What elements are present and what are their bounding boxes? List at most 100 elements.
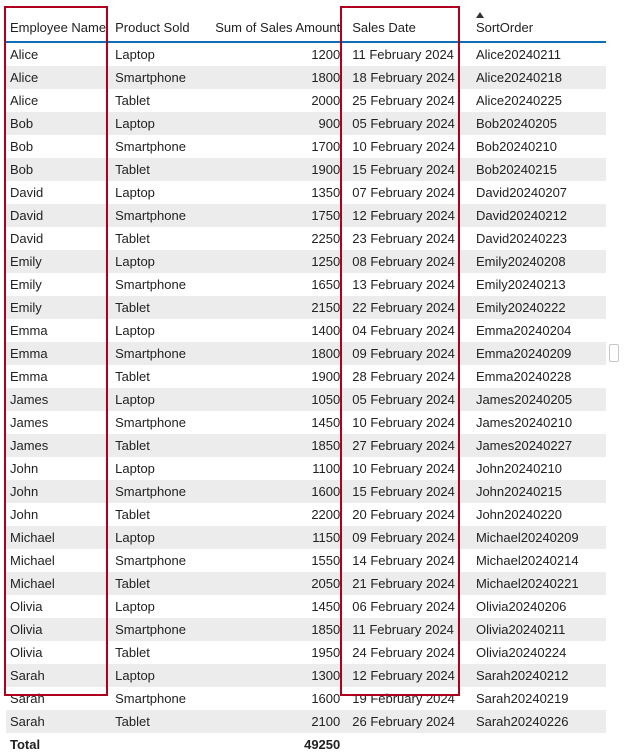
- cell-sortorder: James20240210: [472, 411, 606, 434]
- cell-date: 13 February 2024: [348, 273, 472, 296]
- cell-date: 20 February 2024: [348, 503, 472, 526]
- cell-product: Smartphone: [111, 549, 204, 572]
- col-header-date[interactable]: Sales Date: [348, 6, 472, 42]
- cell-employee: Emma: [6, 365, 111, 388]
- table-row[interactable]: BobLaptop90005 February 2024Bob20240205: [6, 112, 606, 135]
- table-row[interactable]: JamesLaptop105005 February 2024James2024…: [6, 388, 606, 411]
- cell-amount: 2250: [204, 227, 348, 250]
- cell-employee: Sarah: [6, 664, 111, 687]
- totals-label: Total: [6, 733, 111, 756]
- cell-sortorder: Bob20240215: [472, 158, 606, 181]
- col-header-product[interactable]: Product Sold: [111, 6, 204, 42]
- cell-amount: 1750: [204, 204, 348, 227]
- table-row[interactable]: AliceSmartphone180018 February 2024Alice…: [6, 66, 606, 89]
- cell-product: Smartphone: [111, 411, 204, 434]
- table-row[interactable]: DavidLaptop135007 February 2024David2024…: [6, 181, 606, 204]
- sort-asc-icon: [476, 12, 484, 18]
- table-row[interactable]: AliceLaptop120011 February 2024Alice2024…: [6, 42, 606, 66]
- cell-date: 15 February 2024: [348, 158, 472, 181]
- table-row[interactable]: AliceTablet200025 February 2024Alice2024…: [6, 89, 606, 112]
- cell-sortorder: John20240220: [472, 503, 606, 526]
- visual-resize-handle[interactable]: [609, 344, 619, 362]
- cell-amount: 2000: [204, 89, 348, 112]
- table-row[interactable]: OliviaLaptop145006 February 2024Olivia20…: [6, 595, 606, 618]
- cell-date: 10 February 2024: [348, 457, 472, 480]
- cell-sortorder: James20240227: [472, 434, 606, 457]
- table-row[interactable]: MichaelLaptop115009 February 2024Michael…: [6, 526, 606, 549]
- table-row[interactable]: SarahTablet210026 February 2024Sarah2024…: [6, 710, 606, 733]
- cell-product: Smartphone: [111, 342, 204, 365]
- col-header-employee[interactable]: Employee Name: [6, 6, 111, 42]
- cell-date: 12 February 2024: [348, 664, 472, 687]
- cell-employee: Michael: [6, 549, 111, 572]
- cell-product: Tablet: [111, 503, 204, 526]
- cell-employee: Michael: [6, 572, 111, 595]
- cell-amount: 1400: [204, 319, 348, 342]
- cell-sortorder: Emily20240213: [472, 273, 606, 296]
- cell-date: 11 February 2024: [348, 42, 472, 66]
- table-row[interactable]: SarahSmartphone160019 February 2024Sarah…: [6, 687, 606, 710]
- table-row[interactable]: JamesTablet185027 February 2024James2024…: [6, 434, 606, 457]
- col-header-sortorder-label: SortOrder: [476, 20, 533, 35]
- cell-date: 25 February 2024: [348, 89, 472, 112]
- col-header-amount[interactable]: Sum of Sales Amount: [204, 6, 348, 42]
- cell-product: Smartphone: [111, 135, 204, 158]
- col-header-sortorder[interactable]: SortOrder: [472, 6, 606, 42]
- cell-sortorder: David20240223: [472, 227, 606, 250]
- table-row[interactable]: BobTablet190015 February 2024Bob20240215: [6, 158, 606, 181]
- cell-date: 19 February 2024: [348, 687, 472, 710]
- table-row[interactable]: SarahLaptop130012 February 2024Sarah2024…: [6, 664, 606, 687]
- cell-sortorder: Olivia20240224: [472, 641, 606, 664]
- header-row: Employee Name Product Sold Sum of Sales …: [6, 6, 606, 42]
- table-row[interactable]: JohnLaptop110010 February 2024John202402…: [6, 457, 606, 480]
- cell-product: Smartphone: [111, 618, 204, 641]
- table-row[interactable]: JohnSmartphone160015 February 2024John20…: [6, 480, 606, 503]
- table-row[interactable]: EmmaTablet190028 February 2024Emma202402…: [6, 365, 606, 388]
- cell-sortorder: Emma20240204: [472, 319, 606, 342]
- table-row[interactable]: JohnTablet220020 February 2024John202402…: [6, 503, 606, 526]
- cell-sortorder: John20240215: [472, 480, 606, 503]
- cell-employee: Emily: [6, 296, 111, 319]
- table-row[interactable]: MichaelSmartphone155014 February 2024Mic…: [6, 549, 606, 572]
- table-row[interactable]: EmilyTablet215022 February 2024Emily2024…: [6, 296, 606, 319]
- cell-sortorder: Emma20240209: [472, 342, 606, 365]
- cell-employee: David: [6, 227, 111, 250]
- cell-amount: 2200: [204, 503, 348, 526]
- cell-employee: Olivia: [6, 618, 111, 641]
- table-row[interactable]: OliviaTablet195024 February 2024Olivia20…: [6, 641, 606, 664]
- cell-sortorder: James20240205: [472, 388, 606, 411]
- cell-date: 11 February 2024: [348, 618, 472, 641]
- cell-amount: 1650: [204, 273, 348, 296]
- cell-date: 21 February 2024: [348, 572, 472, 595]
- cell-amount: 1200: [204, 42, 348, 66]
- cell-sortorder: Michael20240209: [472, 526, 606, 549]
- table-row[interactable]: JamesSmartphone145010 February 2024James…: [6, 411, 606, 434]
- cell-date: 09 February 2024: [348, 342, 472, 365]
- cell-employee: John: [6, 457, 111, 480]
- cell-date: 26 February 2024: [348, 710, 472, 733]
- table-row[interactable]: BobSmartphone170010 February 2024Bob2024…: [6, 135, 606, 158]
- table-row[interactable]: OliviaSmartphone185011 February 2024Oliv…: [6, 618, 606, 641]
- cell-amount: 1900: [204, 365, 348, 388]
- cell-amount: 1450: [204, 595, 348, 618]
- table-row[interactable]: EmilySmartphone165013 February 2024Emily…: [6, 273, 606, 296]
- table-row[interactable]: EmmaLaptop140004 February 2024Emma202402…: [6, 319, 606, 342]
- sales-table[interactable]: Employee Name Product Sold Sum of Sales …: [6, 6, 606, 756]
- cell-employee: David: [6, 181, 111, 204]
- table-row[interactable]: DavidTablet225023 February 2024David2024…: [6, 227, 606, 250]
- cell-sortorder: Alice20240211: [472, 42, 606, 66]
- table-row[interactable]: EmmaSmartphone180009 February 2024Emma20…: [6, 342, 606, 365]
- table-row[interactable]: DavidSmartphone175012 February 2024David…: [6, 204, 606, 227]
- cell-date: 14 February 2024: [348, 549, 472, 572]
- cell-date: 05 February 2024: [348, 388, 472, 411]
- table-row[interactable]: MichaelTablet205021 February 2024Michael…: [6, 572, 606, 595]
- table-row[interactable]: EmilyLaptop125008 February 2024Emily2024…: [6, 250, 606, 273]
- cell-employee: Bob: [6, 135, 111, 158]
- cell-amount: 1300: [204, 664, 348, 687]
- cell-amount: 2150: [204, 296, 348, 319]
- cell-sortorder: Emily20240208: [472, 250, 606, 273]
- cell-date: 22 February 2024: [348, 296, 472, 319]
- cell-product: Laptop: [111, 526, 204, 549]
- cell-amount: 1850: [204, 434, 348, 457]
- cell-employee: Alice: [6, 89, 111, 112]
